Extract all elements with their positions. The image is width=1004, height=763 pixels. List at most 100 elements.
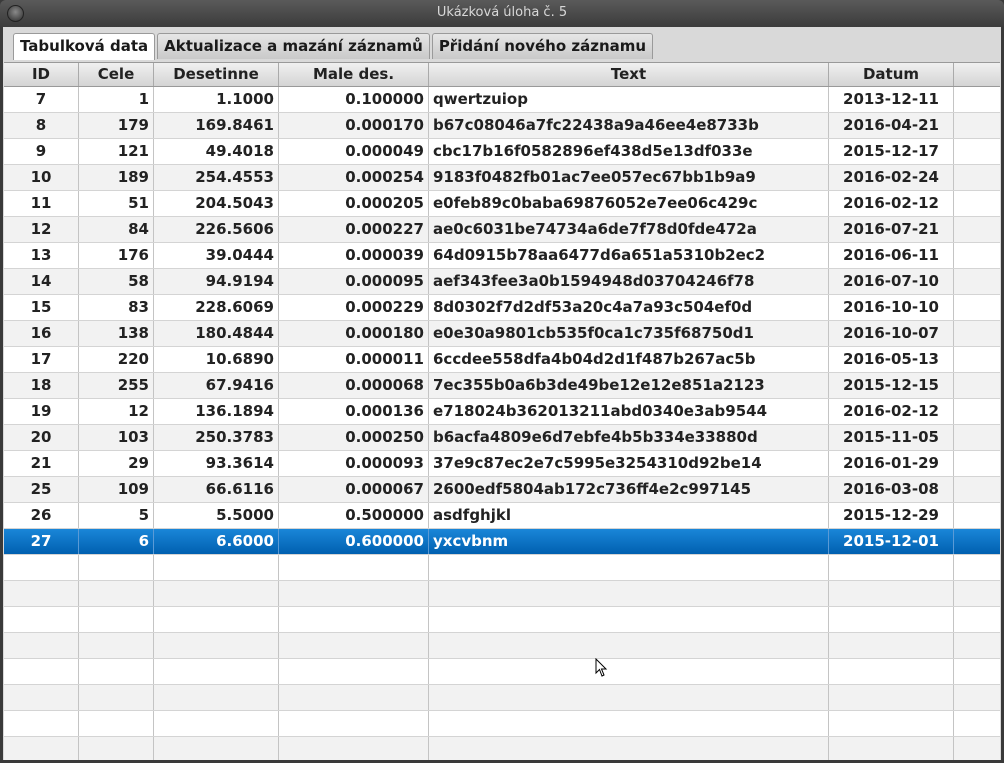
table-cell: 0.000250 [279, 425, 429, 450]
table-cell: 15 [4, 295, 79, 320]
table-cell: 9183f0482fb01ac7ee057ec67bb1b9a9 [429, 165, 829, 190]
table-cell: e0e30a9801cb535f0ca1c735f68750d1 [429, 321, 829, 346]
table-cell: 6ccdee558dfa4b04d2d1f487b267ac5b [429, 347, 829, 372]
empty-cell [829, 581, 954, 606]
table-row[interactable]: 9 121 49.4018 0.000049 cbc17b16f0582896ef438… [4, 139, 1000, 165]
empty-cell [954, 659, 1000, 684]
table-cell: 204.5043 [154, 191, 279, 216]
table-cell: 26 [4, 503, 79, 528]
table-cell: 5.5000 [154, 503, 279, 528]
table-row[interactable]: 27 6 6.6000 0.600000 yxcvbnm 2015-12-01 [4, 529, 1000, 555]
table-cell: 180.4844 [154, 321, 279, 346]
window-title: Ukázková úloha č. 5 [436, 5, 568, 20]
table-cell: yxcvbnm [429, 529, 829, 554]
column-header-cele[interactable]: Cele [79, 63, 154, 86]
table-cell: 8 [4, 113, 79, 138]
table-row[interactable]: 26 5 5.5000 0.500000 asdfghjkl 2015-12-29 [4, 503, 1000, 529]
tab-update-delete[interactable]: Aktualizace a mazání záznamů [157, 33, 430, 59]
table-cell [954, 269, 1000, 294]
empty-cell [954, 607, 1000, 632]
table-cell: 189 [79, 165, 154, 190]
table-row[interactable]: 19 12 136.1894 0.000136 e718024b362013211abd… [4, 399, 1000, 425]
table-row[interactable]: 20 103 250.3783 0.000250 b6acfa4809e6d7ebfe4… [4, 425, 1000, 451]
table-cell: 64d0915b78aa6477d6a651a5310b2ec2 [429, 243, 829, 268]
table-cell: 2016-07-21 [829, 217, 954, 242]
table-row[interactable]: 16 138 180.4844 0.000180 e0e30a9801cb535f0ca… [4, 321, 1000, 347]
column-header-desetinne[interactable]: Desetinne [154, 63, 279, 86]
table-row[interactable]: 14 58 94.9194 0.000095 aef343fee3a0b1594948d… [4, 269, 1000, 295]
empty-cell [154, 607, 279, 632]
table-cell: 11 [4, 191, 79, 216]
table-cell: 0.100000 [279, 87, 429, 112]
empty-cell [429, 685, 829, 710]
table-cell [954, 243, 1000, 268]
empty-cell [4, 555, 79, 580]
table-cell: 0.000093 [279, 451, 429, 476]
table-cell: 93.3614 [154, 451, 279, 476]
table-cell: 103 [79, 425, 154, 450]
table-cell: 6.6000 [154, 529, 279, 554]
table-cell: 0.000049 [279, 139, 429, 164]
empty-cell [829, 555, 954, 580]
table-body: 7 1 1.1000 0.100000 qwertzuiop 2013-12-11 8 179… [4, 87, 1000, 760]
table-row[interactable]: 8 179 169.8461 0.000170 b67c08046a7fc22438a9… [4, 113, 1000, 139]
column-header-datum[interactable]: Datum [829, 63, 954, 86]
table-cell: 176 [79, 243, 154, 268]
table-cell [954, 477, 1000, 502]
table-row[interactable]: 7 1 1.1000 0.100000 qwertzuiop 2013-12-11 [4, 87, 1000, 113]
empty-cell [279, 737, 429, 760]
table-row[interactable]: 18 255 67.9416 0.000068 7ec355b0a6b3de49be12… [4, 373, 1000, 399]
table-cell: 2016-06-11 [829, 243, 954, 268]
table-cell [954, 399, 1000, 424]
table-cell: 0.000067 [279, 477, 429, 502]
table-row[interactable]: 10 189 254.4553 0.000254 9183f0482fb01ac7ee0… [4, 165, 1000, 191]
table-row[interactable]: 11 51 204.5043 0.000205 e0feb89c0baba6987605… [4, 191, 1000, 217]
table-cell: e0feb89c0baba69876052e7ee06c429c [429, 191, 829, 216]
table-row[interactable]: 25 109 66.6116 0.000067 2600edf5804ab172c736… [4, 477, 1000, 503]
table-cell: 228.6069 [154, 295, 279, 320]
empty-cell [954, 711, 1000, 736]
table-cell: 250.3783 [154, 425, 279, 450]
table-cell: aef343fee3a0b1594948d03704246f78 [429, 269, 829, 294]
tab-add-record[interactable]: Přidání nového záznamu [431, 33, 654, 59]
table-cell: 83 [79, 295, 154, 320]
empty-row [4, 555, 1000, 581]
table-cell: 58 [79, 269, 154, 294]
table-cell [954, 191, 1000, 216]
table-row[interactable]: 13 176 39.0444 0.000039 64d0915b78aa6477d6a6… [4, 243, 1000, 269]
table-cell: 169.8461 [154, 113, 279, 138]
empty-cell [429, 737, 829, 760]
table-cell: 0.000254 [279, 165, 429, 190]
table-cell: ae0c6031be74734a6de7f78d0fde472a [429, 217, 829, 242]
table-cell: 51 [79, 191, 154, 216]
table-cell: 37e9c87ec2e7c5995e3254310d92be14 [429, 451, 829, 476]
tab-table-data[interactable]: Tabulková data [13, 33, 156, 60]
table-cell: 0.000170 [279, 113, 429, 138]
column-header-text[interactable]: Text [429, 63, 829, 86]
table-cell [954, 295, 1000, 320]
empty-cell [279, 581, 429, 606]
table-cell: 10 [4, 165, 79, 190]
table-cell: 7ec355b0a6b3de49be12e12e851a2123 [429, 373, 829, 398]
empty-row [4, 581, 1000, 607]
column-header-id[interactable]: ID [4, 63, 79, 86]
empty-cell [79, 607, 154, 632]
table-cell: 21 [4, 451, 79, 476]
column-header-male-des[interactable]: Male des. [279, 63, 429, 86]
empty-cell [79, 633, 154, 658]
table-row[interactable]: 17 220 10.6890 0.000011 6ccdee558dfa4b04d2d1… [4, 347, 1000, 373]
table-cell: 2016-02-24 [829, 165, 954, 190]
empty-cell [154, 737, 279, 760]
table-row[interactable]: 15 83 228.6069 0.000229 8d0302f7d2df53a20c4a… [4, 295, 1000, 321]
table-row[interactable]: 21 29 93.3614 0.000093 37e9c87ec2e7c5995e325… [4, 451, 1000, 477]
table-row[interactable]: 12 84 226.5606 0.000227 ae0c6031be74734a6de7… [4, 217, 1000, 243]
table-cell: 13 [4, 243, 79, 268]
table-cell: 7 [4, 87, 79, 112]
empty-cell [154, 659, 279, 684]
table-cell: 0.500000 [279, 503, 429, 528]
empty-cell [4, 659, 79, 684]
empty-cell [154, 711, 279, 736]
window-close-button[interactable] [7, 5, 24, 22]
empty-cell [279, 685, 429, 710]
empty-cell [829, 633, 954, 658]
